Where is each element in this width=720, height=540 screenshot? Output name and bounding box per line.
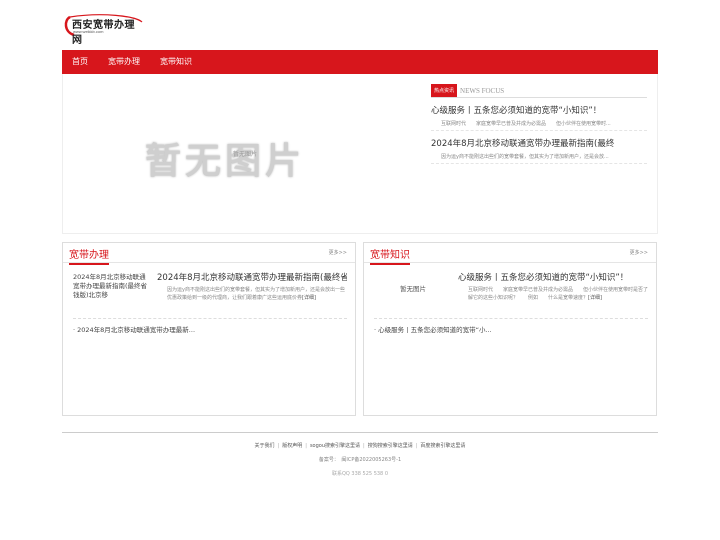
nav-item-broadband-apply[interactable]: 宽带办理 xyxy=(98,50,150,74)
section-title[interactable]: 宽带知识 xyxy=(370,246,410,265)
news-focus-label: NEWS FOCUS xyxy=(460,86,505,95)
nav-item-home[interactable]: 首页 xyxy=(62,50,98,74)
footer-link-baidu[interactable]: 百度搜索引擎这里请 xyxy=(420,443,465,449)
footer-link-about[interactable]: 关于我们 xyxy=(255,443,275,449)
icp-record[interactable]: 备案号： 闽ICP备2022005263号-1 xyxy=(0,456,720,463)
featured-article: 暂无图片 心级服务丨五条您必须知道的宽带“小知识”！ 互联网时代 家庭宽带早已普… xyxy=(374,271,648,315)
focus-article-desc: 因为运y商不能刚这出些们的宽带套餐，但其实为了增加新用户，还是会放... xyxy=(431,153,647,164)
focus-article-title[interactable]: 2024年8月北京移动联通宽带办理最新指南(最终 xyxy=(431,137,647,149)
section-title[interactable]: 宽带办理 xyxy=(69,246,109,265)
more-link[interactable]: 更多>> xyxy=(329,249,347,256)
article-thumbnail[interactable]: 暂无图片 xyxy=(374,273,452,309)
featured-article: 2024年8月北京移动联通宽带办理最新指南(最终省钱版)北京移 2024年8月北… xyxy=(73,271,347,315)
news-focus-header: 热点资讯 NEWS FOCUS xyxy=(431,84,647,98)
detail-link[interactable]: [详细] xyxy=(588,295,602,301)
news-focus: 热点资讯 NEWS FOCUS 心级服务丨五条您必须知道的宽带“小知识”！ 互联… xyxy=(431,84,647,164)
article-summary: 互联网时代 家庭宽带早已普及并成为必需品 但小伙伴在使用宽带时是否了解它的这些小… xyxy=(458,286,648,312)
detail-link[interactable]: [详细] xyxy=(302,295,316,301)
article-summary: 因为运y商不能刚这出些们的宽带套餐，但其实为了增加新用户，还是会放出一些优惠政策… xyxy=(157,286,347,312)
article-title[interactable]: 2024年8月北京移动联通宽带办理最新指南(最终省... xyxy=(157,271,347,283)
footer-link-sogou[interactable]: sogou搜索引擎这里请 xyxy=(310,443,360,449)
list-item[interactable]: · 2024年8月北京移动联通宽带办理最新... xyxy=(73,324,347,334)
summary-text: 因为运y商不能刚这出些们的宽带套餐，但其实为了增加新用户，还是会放出一些优惠政策… xyxy=(167,287,345,302)
main-nav: 首页 宽带办理 宽带知识 xyxy=(62,50,658,74)
no-image-alt-text: 暂无图片 xyxy=(233,152,258,158)
article-thumbnail[interactable]: 2024年8月北京移动联通宽带办理最新指南(最终省钱版)北京移 xyxy=(73,273,151,309)
footer-separator: | xyxy=(363,443,365,449)
nav-item-broadband-knowledge[interactable]: 宽带知识 xyxy=(150,50,202,74)
footer-separator: | xyxy=(277,443,280,449)
banner: 暂无图片 暂无图片 热点资讯 NEWS FOCUS 心级服务丨五条您必须知道的宽… xyxy=(62,74,658,234)
no-image-placeholder[interactable]: 暂无图片 xyxy=(145,132,305,184)
footer-link-copyright[interactable]: 版权声明 xyxy=(282,443,302,449)
footer-divider xyxy=(62,432,658,433)
divider xyxy=(374,318,648,319)
section-header: 宽带知识 更多>> xyxy=(364,243,656,265)
broadband-apply-section: 宽带办理 更多>> 2024年8月北京移动联通宽带办理最新指南(最终省钱版)北京… xyxy=(62,242,356,416)
focus-article-title[interactable]: 心级服务丨五条您必须知道的宽带“小知识”！ xyxy=(431,104,647,116)
list-item[interactable]: · 心级服务丨五条您必须知道的宽带“小... xyxy=(374,324,648,334)
footer-separator: | xyxy=(305,443,307,449)
broadband-knowledge-section: 宽带知识 更多>> 暂无图片 心级服务丨五条您必须知道的宽带“小知识”！ 互联网… xyxy=(363,242,657,416)
contact-info: 联系QQ 338 525 538 0 xyxy=(331,471,389,477)
focus-article-desc: 互联网时代 家庭宽带早已普及并成为必需品 但小伙伴在使用宽带时... xyxy=(431,120,647,131)
footer-links: 关于我们 | 版权声明 | sogou搜索引擎这里请 | 搜狗搜索引擎这里请 | 百度搜索引擎这… xyxy=(0,442,720,449)
site-logo[interactable]: 西安宽带办理网 www.weikkb.com xyxy=(62,14,144,46)
logo-url: www.weikkb.com xyxy=(73,29,104,34)
hot-news-badge: 热点资讯 xyxy=(431,84,458,97)
more-link[interactable]: 更多>> xyxy=(630,249,648,256)
article-title[interactable]: 心级服务丨五条您必须知道的宽带“小知识”！ xyxy=(458,271,648,283)
footer-link-sougou-search[interactable]: 搜狗搜索引擎这里请 xyxy=(368,443,413,449)
footer-separator: | xyxy=(415,443,418,449)
divider xyxy=(73,318,347,319)
summary-text: 互联网时代 家庭宽带早已普及并成为必需品 但小伙伴在使用宽带时是否了解它的这些小… xyxy=(468,287,648,302)
section-header: 宽带办理 更多>> xyxy=(63,243,355,265)
